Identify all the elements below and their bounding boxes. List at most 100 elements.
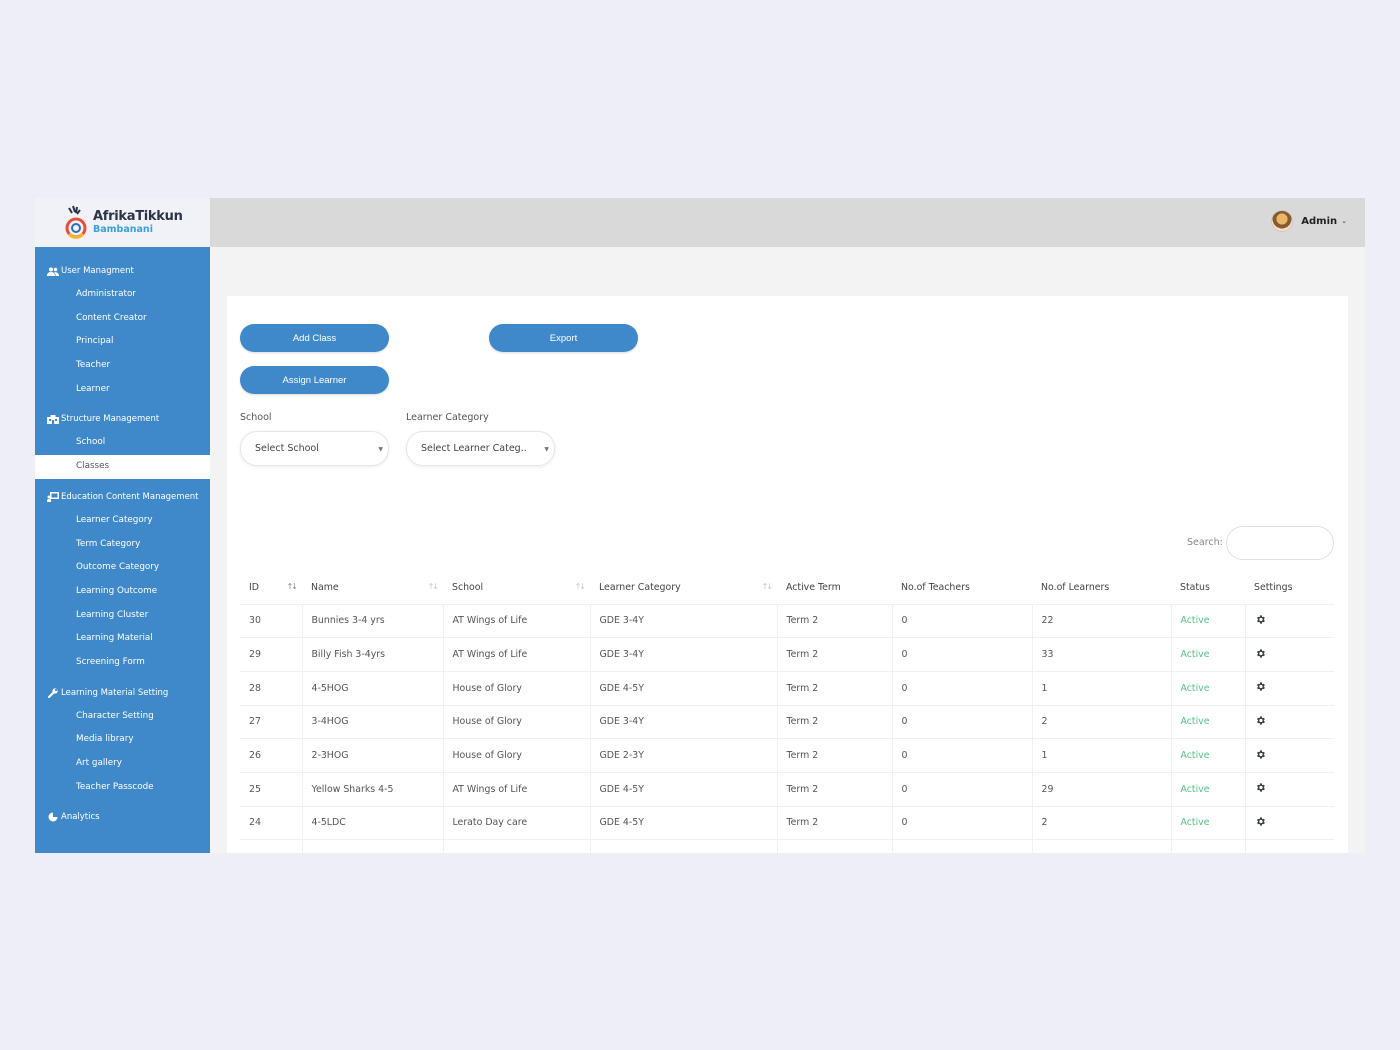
school-select[interactable]: Select School ▼ [240,431,389,466]
cell-empty [590,839,778,853]
cell-learner-category: GDE 4-5Y [590,671,778,706]
column-header-id[interactable]: ID ↑↓ [240,571,302,605]
wrench-icon [47,688,59,698]
gear-icon[interactable] [1255,648,1266,662]
sidebar-item-teacher-passcode[interactable]: Teacher Passcode [35,776,210,800]
sidebar-item-content-creator[interactable]: Content Creator [35,307,210,331]
sidebar-item-learning-material[interactable]: Learning Material [35,627,210,651]
sidebar-item-administrator[interactable]: Administrator [35,283,210,307]
cell-settings [1245,637,1334,672]
cell-name: Billy Fish 3-4yrs [302,637,444,672]
cell-settings [1245,738,1334,773]
cell-settings [1245,806,1334,841]
table-header-row: ID ↑↓ Name ↑↓ School ↑↓ Learner Category ↑↓ … [240,571,1334,605]
column-header-name[interactable]: Name ↑↓ [302,571,443,605]
cell-school: AT Wings of Life [443,772,591,807]
sidebar-section-learning-material-setting[interactable]: Learning Material Setting [35,681,210,705]
sidebar-item-art-gallery[interactable]: Art gallery [35,752,210,776]
search-input[interactable] [1226,526,1334,560]
gear-icon[interactable] [1255,749,1266,763]
cell-id: 28 [240,671,303,706]
users-icon [47,266,59,276]
cell-active-term: Term 2 [777,705,893,740]
brand-name: AfrikaTikkun [93,209,183,225]
cell-name: 3-4HOG [302,705,444,740]
logo-icon [63,204,89,242]
pie-chart-icon [47,812,59,822]
cell-active-term: Term 2 [777,738,893,773]
cell-id: 25 [240,772,303,807]
cell-learners: 1 [1032,738,1172,773]
sidebar-item-outcome-category[interactable]: Outcome Category [35,556,210,580]
sidebar-section-label: Analytics [61,812,100,823]
gear-icon[interactable] [1255,715,1266,729]
sidebar-section-user-management[interactable]: User Managment [35,259,210,283]
logo[interactable]: AfrikaTikkun Bambanani [35,198,210,247]
gear-icon[interactable] [1255,614,1266,628]
sidebar-item-learning-outcome[interactable]: Learning Outcome [35,580,210,604]
table-row: 28 4-5HOG House of Glory GDE 4-5Y Term 2… [240,671,1334,706]
cell-teachers: 0 [892,671,1033,706]
cell-learners: 29 [1032,772,1172,807]
cell-id: 26 [240,738,303,773]
sidebar-item-media-library[interactable]: Media library [35,728,210,752]
export-button[interactable]: Export [489,324,638,352]
cell-school: House of Glory [443,705,591,740]
sidebar-item-learner[interactable]: Learner [35,378,210,402]
school-select-value: Select School [255,443,319,454]
sidebar-item-principal[interactable]: Principal [35,330,210,354]
sidebar-section-label: Learning Material Setting [61,687,169,698]
cell-learner-category: GDE 4-5Y [590,806,778,841]
column-header-status: Status [1171,571,1245,605]
classes-table: ID ↑↓ Name ↑↓ School ↑↓ Learner Category ↑↓ … [240,571,1334,853]
cell-id: 24 [240,806,303,841]
sidebar-item-teacher[interactable]: Teacher [35,354,210,378]
sidebar-item-term-category[interactable]: Term Category [35,533,210,557]
cell-active-term: Term 2 [777,671,893,706]
assign-learner-button[interactable]: Assign Learner [240,366,389,394]
status-badge: Active [1171,772,1246,807]
sidebar-section-structure-management[interactable]: Structure Management [35,407,210,431]
cell-empty [302,839,444,853]
column-header-learners: No.of Learners [1032,571,1171,605]
cell-learner-category: GDE 3-4Y [590,637,778,672]
column-header-school[interactable]: School ↑↓ [443,571,590,605]
cell-school: House of Glory [443,738,591,773]
table-row: 25 Yellow Sharks 4-5 AT Wings of Life GD… [240,772,1334,807]
learner-category-select[interactable]: Select Learner Categ.. ▼ [406,431,555,466]
classes-panel: Add Class Export Assign Learner School L… [227,296,1348,853]
sidebar-item-learning-cluster[interactable]: Learning Cluster [35,604,210,628]
sidebar-item-school[interactable]: School [35,431,210,455]
sidebar-section-education-content[interactable]: Education Content Management [35,485,210,509]
sidebar-item-classes[interactable]: Classes [35,455,210,479]
sidebar-item-screening-form[interactable]: Screening Form [35,651,210,675]
status-badge: Active [1171,738,1246,773]
table-row: 29 Billy Fish 3-4yrs AT Wings of Life GD… [240,637,1334,672]
cell-id: 27 [240,705,303,740]
learner-category-filter-label: Learner Category [406,412,489,423]
cell-learner-category: GDE 2-3Y [590,738,778,773]
cell-name: 4-5LDC [302,806,444,841]
sort-icon: ↑↓ [286,582,298,591]
cell-school: AT Wings of Life [443,637,591,672]
cell-empty [1171,839,1246,853]
cell-school: AT Wings of Life [443,604,591,639]
add-class-button[interactable]: Add Class [240,324,389,352]
gear-icon[interactable] [1255,681,1266,695]
sidebar: AfrikaTikkun Bambanani User Managment Ad… [35,198,210,853]
gear-icon[interactable] [1255,816,1266,830]
sidebar-section-analytics[interactable]: Analytics [35,805,210,829]
cell-school: House of Glory [443,671,591,706]
sidebar-nav: User Managment Administrator Content Cre… [35,247,210,829]
cell-teachers: 0 [892,604,1033,639]
cell-empty [443,839,591,853]
cell-learners: 2 [1032,705,1172,740]
status-badge: Active [1171,705,1246,740]
sidebar-item-learner-category[interactable]: Learner Category [35,509,210,533]
gear-icon[interactable] [1255,782,1266,796]
sidebar-item-character-setting[interactable]: Character Setting [35,705,210,729]
column-header-learner-category[interactable]: Learner Category ↑↓ [590,571,777,605]
app-window: AfrikaTikkun Bambanani User Managment Ad… [35,198,1365,853]
cell-settings [1245,604,1334,639]
user-menu[interactable]: Admin ⌄ [1271,210,1347,232]
